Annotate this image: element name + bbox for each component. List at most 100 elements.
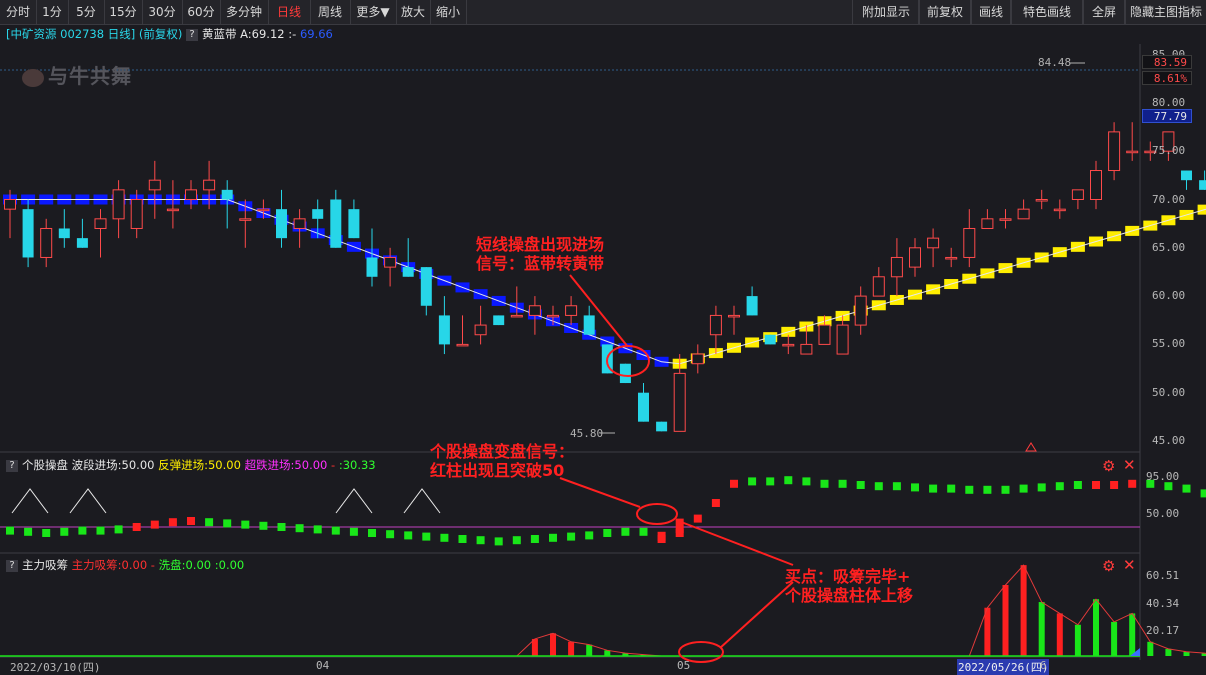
osc-bar (42, 529, 51, 537)
osc-bar (657, 531, 666, 541)
price-tick: 45.00 (1152, 434, 1186, 447)
osc-bar (1128, 479, 1137, 488)
osc-triangle-mark (335, 488, 373, 514)
price-tick: 55.00 (1152, 337, 1186, 351)
candle-body (456, 343, 469, 347)
candle-body (1053, 208, 1066, 212)
osc-bar (784, 476, 793, 485)
fund-bar (586, 644, 593, 656)
annotation-arrow-2 (559, 477, 641, 508)
osc-bar (1001, 485, 1010, 494)
fund-bar (1038, 602, 1045, 656)
fund-panel-name[interactable]: 主力吸筹 (22, 558, 68, 572)
candle-body (909, 247, 921, 268)
watermark-logo: 与牛共舞 (22, 60, 132, 89)
candle-body (981, 218, 994, 229)
price-tag-percent: 8.61% (1142, 71, 1192, 85)
osc-bar (6, 526, 14, 535)
osc-bar (585, 531, 594, 540)
osc-bar (295, 524, 304, 533)
price-tick: 50.00 (1152, 385, 1186, 399)
osc-bar (1092, 481, 1100, 489)
candle-body (836, 324, 849, 355)
candle-body (22, 209, 34, 258)
fund-close-icon[interactable]: ✕ (1123, 556, 1136, 574)
osc-bar (1037, 483, 1046, 492)
candle-body (583, 315, 595, 335)
osc-bar (404, 531, 413, 540)
osc-triangle-mark (69, 488, 107, 514)
kline-chart[interactable] (0, 0, 1206, 675)
annotation-buy-point: 买点：吸筹完毕+ 个股操盘柱体上移 (785, 567, 913, 605)
high-price-label: 84.48 (1038, 56, 1072, 69)
osc-bar (24, 527, 33, 536)
osc-line-rebound: 反弹进场:50.00 (158, 458, 241, 472)
fund-tick-2: 40.34 (1146, 597, 1180, 610)
candle-body (58, 228, 70, 239)
candle-body (76, 238, 88, 248)
candle-body (1108, 131, 1121, 172)
candle-body (1017, 208, 1030, 220)
osc-bar (114, 525, 123, 534)
candle-body (656, 421, 668, 432)
osc-bar (730, 479, 738, 488)
osc-close-icon[interactable]: ✕ (1123, 456, 1136, 474)
osc-bar (530, 535, 539, 543)
osc-bar (711, 499, 720, 507)
fund-bar (1129, 613, 1136, 656)
fund-bar (568, 641, 575, 656)
candle-body (510, 314, 523, 318)
osc-bar (621, 527, 630, 536)
candle-body (438, 315, 450, 345)
osc-bar (331, 526, 340, 535)
osc-bar (766, 477, 775, 486)
candle-body (1199, 180, 1206, 190)
candle-body (728, 314, 740, 318)
osc-bar (440, 533, 449, 542)
help-icon[interactable]: ? (6, 559, 18, 572)
candle-body (800, 343, 813, 355)
osc-line-sep: - (331, 458, 336, 472)
osc-bar (892, 482, 901, 491)
osc-bar (549, 533, 557, 542)
fund-settings-icon[interactable]: ⚙ (1102, 557, 1115, 575)
candle-body (257, 208, 270, 212)
osc-bar (1019, 484, 1028, 493)
osc-bar (874, 482, 883, 491)
price-tick: 75.00 (1152, 144, 1186, 158)
fund-bar (1020, 565, 1027, 656)
annotation-turn-signal: 个股操盘变盘信号： 红柱出现且突破50 (430, 442, 574, 480)
osc-bar (150, 520, 159, 529)
candle-body (691, 353, 704, 365)
fund-bar (984, 607, 991, 656)
osc-bar (368, 529, 376, 537)
candle-body (1071, 189, 1084, 200)
candle-body (547, 314, 559, 318)
watermark-text: 与牛共舞 (48, 64, 132, 88)
fund-bar (1165, 648, 1172, 656)
osc-tick-95: 95.00 (1146, 470, 1180, 483)
price-tick: 70.00 (1152, 192, 1186, 206)
candle-body (330, 199, 342, 248)
candle-body (945, 256, 958, 260)
help-icon[interactable]: ? (6, 459, 18, 472)
osc-bar (96, 526, 105, 535)
osc-bar (947, 484, 956, 493)
fund-tick-1: 60.51 (1146, 569, 1180, 582)
date-cursor: 2022/05/26(四) (957, 659, 1050, 675)
fund-bar (1111, 621, 1118, 656)
osc-triangle-mark (11, 488, 49, 514)
osc-bar (259, 521, 268, 530)
price-tick: 60.00 (1152, 289, 1186, 303)
osc-bar (313, 525, 322, 534)
osc-settings-icon[interactable]: ⚙ (1102, 457, 1115, 475)
candle-body (402, 267, 414, 277)
candle-body (221, 189, 233, 200)
osc-panel-name[interactable]: 个股操盘 (22, 458, 68, 472)
price-tag-current: 83.59 (1142, 55, 1192, 69)
candle-body (638, 392, 649, 422)
osc-bar (512, 536, 521, 545)
osc-bar (838, 479, 847, 488)
date-month-06: 6 (1040, 659, 1047, 672)
osc-bar (856, 481, 865, 489)
